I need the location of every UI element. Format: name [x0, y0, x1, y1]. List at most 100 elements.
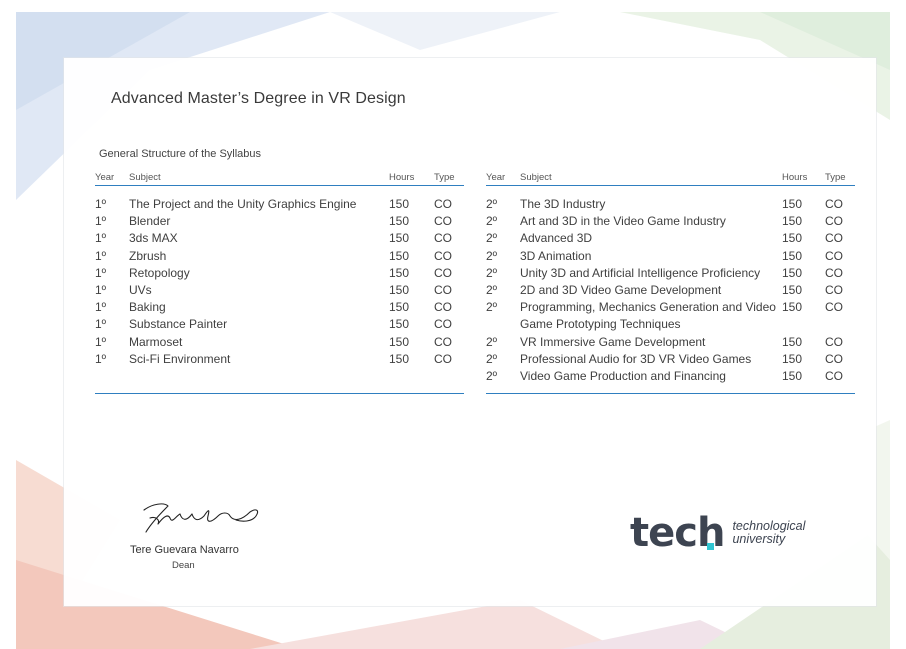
cell-type: CO — [825, 300, 843, 315]
cell-hours: 150 — [782, 214, 803, 229]
cell-subject: UVs — [129, 283, 152, 298]
cell-year: 2º — [486, 231, 498, 246]
cell-hours: 150 — [782, 300, 803, 315]
cell-hours: 150 — [389, 317, 410, 332]
table-row: 2º Art and 3D in the Video Game Industry… — [486, 213, 855, 230]
signatory-name: Tere Guevara Navarro — [130, 544, 239, 556]
cell-subject: Marmoset — [129, 334, 183, 349]
cell-year: 1º — [95, 231, 107, 246]
cell-hours: 150 — [389, 197, 410, 211]
col-header-subject: Subject — [129, 170, 389, 186]
cell-hours: 150 — [389, 214, 410, 229]
table-row: 1º Blender 150 CO — [95, 213, 464, 230]
logo-subtitle: technological university — [732, 520, 805, 546]
cell-year: 1º — [95, 334, 107, 349]
cell-subject: Advanced 3D — [520, 231, 593, 246]
syllabus-table-year1: Year Subject Hours Type 1º The Project a… — [95, 170, 464, 368]
cell-year: 1º — [95, 317, 107, 332]
col-header-type: Type — [825, 170, 855, 186]
cell-subject: Programming, Mechanics Generation and Vi… — [520, 300, 776, 332]
signatory-role: Dean — [172, 560, 195, 571]
table-row: 1º Sci-Fi Environment 150 CO — [95, 351, 464, 368]
col-header-hours: Hours — [389, 170, 434, 186]
logo-line2: university — [732, 532, 786, 546]
cell-year: 2º — [486, 197, 498, 211]
table-row: 2º Programming, Mechanics Generation and… — [486, 299, 855, 333]
table-row: 1º Zbrush 150 CO — [95, 248, 464, 265]
col-header-hours: Hours — [782, 170, 825, 186]
cell-type: CO — [434, 214, 452, 229]
table-header: Year Subject Hours Type — [95, 170, 464, 186]
cell-type: CO — [434, 317, 452, 332]
cell-type: CO — [434, 334, 452, 349]
table-row: 2º Advanced 3D 150 CO — [486, 230, 855, 247]
cell-subject: Unity 3D and Artificial Intelligence Pro… — [520, 265, 761, 280]
cell-subject: Blender — [129, 214, 171, 229]
table-row: 2º Professional Audio for 3D VR Video Ga… — [486, 351, 855, 368]
cell-year: 1º — [95, 197, 107, 211]
cell-hours: 150 — [782, 265, 803, 280]
cell-type: CO — [825, 231, 843, 246]
cell-hours: 150 — [782, 283, 803, 298]
cell-type: CO — [825, 214, 843, 229]
cell-hours: 150 — [389, 231, 410, 246]
cell-subject: VR Immersive Game Development — [520, 334, 706, 349]
cell-year: 2º — [486, 248, 498, 263]
table-row: 2º Unity 3D and Artificial Intelligence … — [486, 265, 855, 282]
cell-type: CO — [825, 351, 843, 366]
cell-hours: 150 — [389, 283, 410, 298]
table-row: 2º 2D and 3D Video Game Development 150 … — [486, 282, 855, 299]
cell-hours: 150 — [389, 334, 410, 349]
cell-year: 2º — [486, 214, 498, 229]
cell-year: 1º — [95, 214, 107, 229]
cell-hours: 150 — [782, 369, 803, 384]
logo-accent-mark — [707, 543, 714, 550]
signature-image — [143, 503, 259, 533]
cell-type: CO — [825, 283, 843, 298]
cell-year: 1º — [95, 248, 107, 263]
table-row: 2º Video Game Production and Financing 1… — [486, 368, 855, 385]
cell-hours: 150 — [782, 231, 803, 246]
table-row: 1º Retopology 150 CO — [95, 265, 464, 282]
col-header-year: Year — [486, 170, 520, 186]
cell-subject: 3D Animation — [520, 248, 592, 263]
cell-year: 1º — [95, 300, 107, 315]
table-row: 1º UVs 150 CO — [95, 282, 464, 299]
cell-subject: Baking — [129, 300, 166, 315]
cell-type: CO — [434, 265, 452, 280]
cell-hours: 150 — [782, 334, 803, 349]
cell-year: 1º — [95, 283, 107, 298]
cell-type: CO — [434, 283, 452, 298]
cell-type: CO — [825, 248, 843, 263]
table-row: 2º The 3D Industry 150 CO — [486, 186, 855, 214]
table-row: 1º The Project and the Unity Graphics En… — [95, 186, 464, 214]
cell-subject: Sci-Fi Environment — [129, 351, 231, 366]
cell-year: 2º — [486, 300, 498, 315]
cell-type: CO — [825, 265, 843, 280]
cell-year: 2º — [486, 369, 498, 384]
cell-subject: Art and 3D in the Video Game Industry — [520, 214, 726, 229]
cell-hours: 150 — [782, 248, 803, 263]
cell-subject: Substance Painter — [129, 317, 228, 332]
cell-hours: 150 — [782, 197, 803, 211]
table-bottom-rule — [486, 393, 855, 394]
col-header-type: Type — [434, 170, 464, 186]
table-row: 1º 3ds MAX 150 CO — [95, 230, 464, 247]
cell-type: CO — [434, 351, 452, 366]
cell-hours: 150 — [389, 351, 410, 366]
cell-year: 2º — [486, 283, 498, 298]
cell-subject: Retopology — [129, 265, 190, 280]
syllabus-table-year2: Year Subject Hours Type 2º The 3D Indust… — [486, 170, 855, 385]
table-bottom-rule — [95, 393, 464, 394]
table-row: 1º Substance Painter 150 CO — [95, 316, 464, 333]
cell-hours: 150 — [782, 351, 803, 366]
cell-subject: Zbrush — [129, 248, 167, 263]
table-row: 1º Baking 150 CO — [95, 299, 464, 316]
table-row: 2º VR Immersive Game Development 150 CO — [486, 334, 855, 351]
cell-year: 2º — [486, 351, 498, 366]
col-header-subject: Subject — [520, 170, 782, 186]
degree-title: Advanced Master’s Degree in VR Design — [111, 90, 406, 107]
syllabus-heading: General Structure of the Syllabus — [99, 148, 262, 160]
cell-year: 2º — [486, 265, 498, 280]
col-header-year: Year — [95, 170, 129, 186]
